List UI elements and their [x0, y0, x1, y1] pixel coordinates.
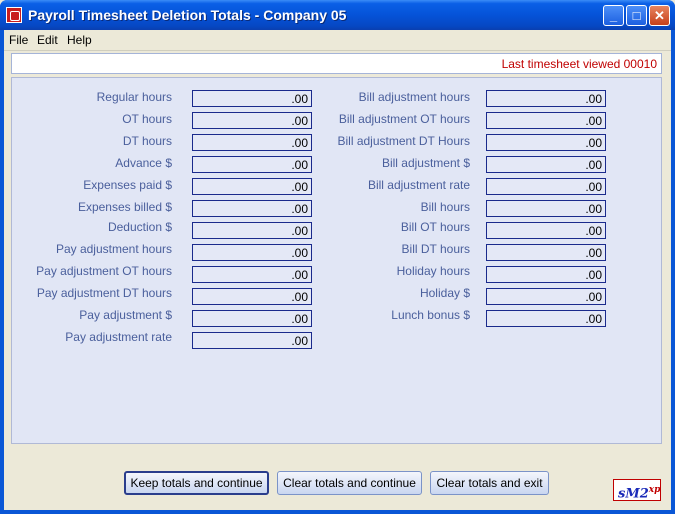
label-lunch-bonus: Lunch bonus $: [391, 308, 470, 322]
label-holiday-hours: Holiday hours: [396, 264, 470, 278]
label-expenses-paid: Expenses paid $: [83, 178, 172, 192]
field-bill-adjustment-hours[interactable]: .00: [486, 90, 606, 107]
label-pay-adjustment-rate: Pay adjustment rate: [65, 330, 172, 344]
menu-file-label: File: [9, 33, 29, 47]
totals-panel: Regular hours .00 OT hours .00 DT hours …: [11, 77, 662, 444]
label-deduction: Deduction $: [107, 220, 172, 234]
client-area: File Edit Help Last timesheet viewed 000…: [4, 30, 671, 510]
status-strip: Last timesheet viewed 00010: [11, 53, 662, 74]
clear-totals-exit-button[interactable]: Clear totals and exit: [430, 471, 549, 495]
field-bill-hours[interactable]: .00: [486, 200, 606, 217]
field-expenses-billed[interactable]: .00: [192, 200, 312, 217]
logo-main: sM2: [618, 486, 649, 502]
field-pay-adjustment-rate[interactable]: .00: [192, 332, 312, 349]
app-icon[interactable]: [6, 7, 22, 23]
label-dt-hours: DT hours: [122, 134, 172, 148]
field-holiday-amount[interactable]: .00: [486, 288, 606, 305]
field-bill-adjustment-amount[interactable]: .00: [486, 156, 606, 173]
field-regular-hours[interactable]: .00: [192, 90, 312, 107]
label-pay-adjustment-ot-hours: Pay adjustment OT hours: [36, 264, 172, 278]
keep-totals-button[interactable]: Keep totals and continue: [124, 471, 269, 495]
label-bill-adjustment-dt-hours: Bill adjustment DT Hours: [337, 134, 471, 148]
label-bill-adjustment-hours: Bill adjustment hours: [358, 90, 470, 104]
label-ot-hours: OT hours: [122, 112, 172, 126]
label-pay-adjustment-dt-hours: Pay adjustment DT hours: [36, 286, 172, 300]
application-window: Payroll Timesheet Deletion Totals - Comp…: [0, 0, 675, 514]
label-pay-adjustment-amount: Pay adjustment $: [79, 308, 172, 322]
field-dt-hours[interactable]: .00: [192, 134, 312, 151]
label-advance: Advance $: [115, 156, 172, 170]
menu-edit[interactable]: Edit: [37, 33, 58, 47]
label-bill-hours: Bill hours: [420, 200, 470, 214]
field-bill-adjustment-rate[interactable]: .00: [486, 178, 606, 195]
field-bill-dt-hours[interactable]: .00: [486, 244, 606, 261]
last-timesheet-viewed: Last timesheet viewed 00010: [501, 57, 657, 71]
field-pay-adjustment-hours[interactable]: .00: [192, 244, 312, 261]
field-bill-ot-hours[interactable]: .00: [486, 222, 606, 239]
smz-xp-logo: sM2xp: [613, 479, 661, 501]
label-regular-hours: Regular hours: [96, 90, 172, 104]
field-advance[interactable]: .00: [192, 156, 312, 173]
window-title: Payroll Timesheet Deletion Totals - Comp…: [28, 7, 347, 23]
menu-file[interactable]: File: [9, 33, 28, 47]
label-bill-ot-hours: Bill OT hours: [400, 220, 470, 234]
field-ot-hours[interactable]: .00: [192, 112, 312, 129]
field-pay-adjustment-ot-hours[interactable]: .00: [192, 266, 312, 283]
label-bill-adjustment-ot-hours: Bill adjustment OT hours: [338, 112, 470, 126]
label-pay-adjustment-hours: Pay adjustment hours: [55, 242, 172, 256]
field-bill-adjustment-ot-hours[interactable]: .00: [486, 112, 606, 129]
label-bill-adjustment-amount: Bill adjustment $: [381, 156, 470, 170]
minimize-button[interactable]: _: [603, 5, 624, 26]
label-bill-adjustment-rate: Bill adjustment rate: [367, 178, 470, 192]
field-lunch-bonus[interactable]: .00: [486, 310, 606, 327]
field-holiday-hours[interactable]: .00: [486, 266, 606, 283]
menu-edit-label: Edit: [37, 33, 58, 47]
menu-help-label: Help: [67, 33, 92, 47]
field-deduction[interactable]: .00: [192, 222, 312, 239]
clear-totals-continue-button[interactable]: Clear totals and continue: [277, 471, 422, 495]
menu-help[interactable]: Help: [67, 33, 92, 47]
field-pay-adjustment-dt-hours[interactable]: .00: [192, 288, 312, 305]
maximize-button[interactable]: □: [626, 5, 647, 26]
close-button[interactable]: ✕: [649, 5, 670, 26]
field-expenses-paid[interactable]: .00: [192, 178, 312, 195]
title-bar[interactable]: Payroll Timesheet Deletion Totals - Comp…: [0, 0, 675, 30]
label-bill-dt-hours: Bill DT hours: [401, 242, 470, 256]
label-holiday-amount: Holiday $: [419, 286, 470, 300]
logo-sup: xp: [648, 485, 661, 495]
menu-bar: File Edit Help: [4, 30, 671, 51]
field-pay-adjustment-amount[interactable]: .00: [192, 310, 312, 327]
label-expenses-billed: Expenses billed $: [77, 200, 172, 214]
field-bill-adjustment-dt-hours[interactable]: .00: [486, 134, 606, 151]
